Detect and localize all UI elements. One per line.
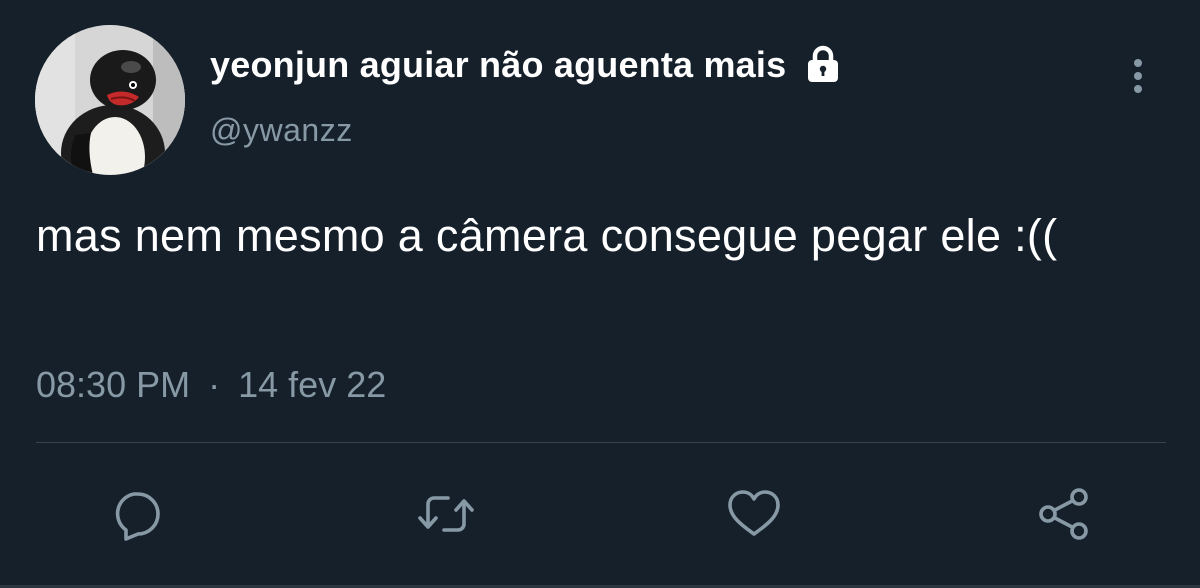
tweet-text: mas nem mesmo a câmera consegue pegar el… bbox=[36, 210, 1058, 261]
like-button[interactable] bbox=[724, 484, 784, 544]
retweet-icon bbox=[418, 496, 474, 532]
reply-icon bbox=[115, 492, 160, 541]
retweet-button[interactable] bbox=[416, 484, 476, 544]
tweet-date[interactable]: 14 fev 22 bbox=[238, 364, 386, 406]
timestamp-separator: · bbox=[208, 364, 221, 405]
share-button[interactable] bbox=[1034, 484, 1094, 544]
timestamp-row: 08:30 PM · 14 fev 22 bbox=[36, 364, 386, 406]
penguin-avatar-image bbox=[35, 25, 185, 175]
heart-icon bbox=[728, 490, 780, 536]
more-options-icon[interactable] bbox=[1126, 56, 1150, 96]
avatar[interactable] bbox=[35, 25, 185, 175]
reply-button[interactable] bbox=[106, 484, 166, 544]
user-handle[interactable]: @ywanzz bbox=[210, 112, 353, 149]
display-name-row: yeonjun aguiar não aguenta mais bbox=[210, 44, 844, 86]
lock-icon bbox=[802, 45, 844, 85]
share-icon bbox=[1039, 488, 1088, 540]
tweet-time[interactable]: 08:30 PM bbox=[36, 364, 190, 406]
display-name[interactable]: yeonjun aguiar não aguenta mais bbox=[210, 44, 786, 86]
divider bbox=[36, 442, 1166, 443]
tweet-card: yeonjun aguiar não aguenta mais @ywanzz … bbox=[0, 0, 1200, 588]
